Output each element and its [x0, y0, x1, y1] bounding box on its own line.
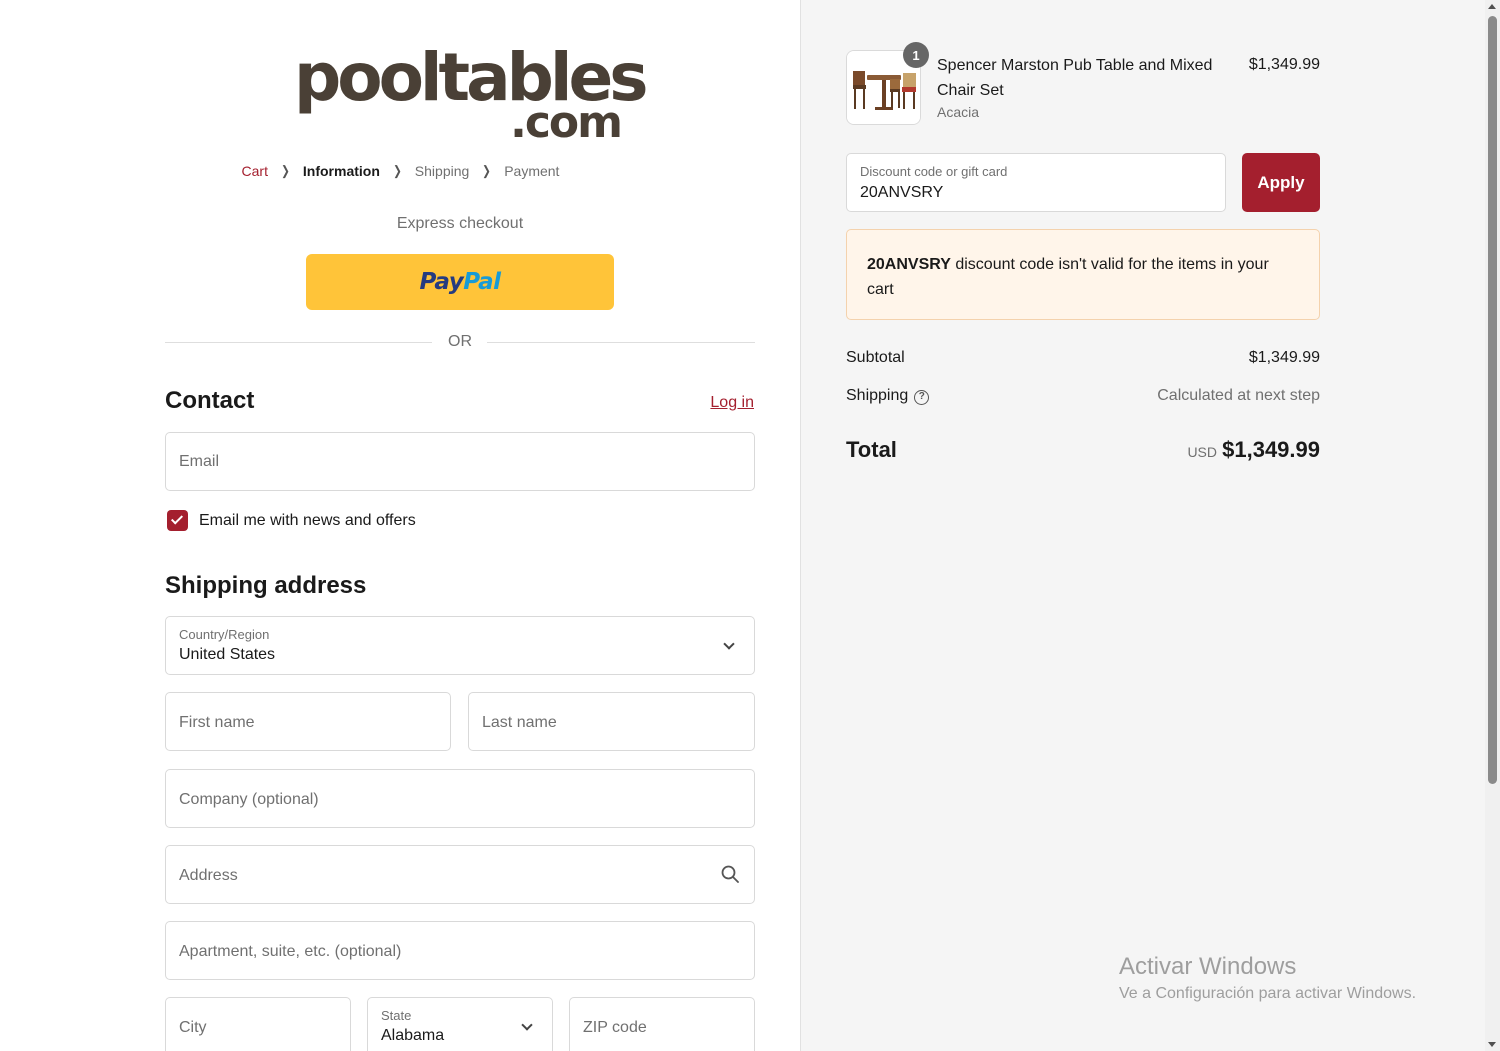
- help-icon[interactable]: ?: [914, 390, 930, 405]
- express-checkout-label: Express checkout: [396, 215, 524, 232]
- country-label: Country/Region: [179, 627, 270, 642]
- watermark-title: Activar Windows: [1119, 953, 1297, 980]
- company-field[interactable]: Company (optional): [165, 769, 755, 828]
- breadcrumb-payment: Payment: [504, 163, 560, 179]
- shipping-label: Shipping: [846, 387, 909, 404]
- address-placeholder: Address: [179, 867, 238, 884]
- apply-discount-button[interactable]: Apply: [1242, 153, 1320, 212]
- subtotal-value: $1,349.99: [1248, 349, 1320, 366]
- discount-value: 20ANVSRY: [860, 184, 944, 201]
- chevron-right-icon: ❯: [281, 163, 290, 178]
- breadcrumb-information: Information: [302, 163, 380, 179]
- subtotal-row: Subtotal $1,349.99: [846, 349, 1320, 367]
- address-field[interactable]: Address: [165, 845, 755, 904]
- breadcrumb-shipping: Shipping: [414, 163, 470, 179]
- apartment-placeholder: Apartment, suite, etc. (optional): [179, 943, 402, 960]
- chevron-down-icon: [521, 1019, 533, 1031]
- shipping-address-heading: Shipping address: [165, 572, 367, 599]
- total-value: $1,349.99: [1222, 437, 1320, 462]
- scrollbar-thumb[interactable]: [1488, 16, 1497, 784]
- paypal-logo: PayPal: [419, 269, 502, 295]
- newsletter-label[interactable]: Email me with news and offers: [199, 512, 416, 530]
- total-currency: USD: [1187, 444, 1217, 460]
- country-value: United States: [179, 646, 276, 663]
- state-select[interactable]: State Alabama: [367, 997, 553, 1051]
- product-title: Spencer Marston Pub Table and Mixed Chai…: [937, 57, 1213, 99]
- newsletter-checkbox[interactable]: [167, 510, 188, 531]
- breadcrumb: Cart ❯ Information ❯ Shipping ❯ Payment: [0, 163, 801, 179]
- product-price: $1,349.99: [1248, 56, 1320, 73]
- state-label: State: [381, 1008, 412, 1023]
- apartment-field[interactable]: Apartment, suite, etc. (optional): [165, 921, 755, 980]
- logo-domain: .com: [510, 97, 623, 148]
- discount-code-field[interactable]: Discount code or gift card 20ANVSRY: [846, 153, 1226, 212]
- zip-field[interactable]: ZIP code: [569, 997, 755, 1051]
- state-value: Alabama: [381, 1027, 445, 1044]
- zip-placeholder: ZIP code: [583, 1019, 647, 1036]
- shipping-value: Calculated at next step: [1157, 387, 1320, 404]
- chevron-right-icon: ❯: [482, 163, 492, 178]
- discount-error-message: 20ANVSRY discount code isn't valid for t…: [846, 229, 1320, 320]
- subtotal-label: Subtotal: [846, 349, 905, 366]
- scroll-down-icon[interactable]: [1488, 1042, 1496, 1047]
- chevron-down-icon: [723, 638, 735, 650]
- quantity-badge: 1: [903, 42, 929, 68]
- city-placeholder: City: [179, 1019, 207, 1036]
- first-name-field[interactable]: First name: [165, 692, 451, 751]
- total-label: Total: [846, 437, 897, 462]
- watermark-subtitle: Ve a Configuración para activar Windows.: [1119, 985, 1417, 1002]
- checkmark-icon: [170, 512, 184, 525]
- discount-label: Discount code or gift card: [860, 164, 1008, 179]
- company-placeholder: Company (optional): [179, 791, 319, 808]
- checkout-main-panel: pooltables .com Cart ❯ Information ❯ Shi…: [0, 0, 801, 1051]
- first-name-placeholder: First name: [179, 714, 255, 731]
- country-select[interactable]: Country/Region United States: [165, 616, 755, 675]
- chevron-right-icon: ❯: [392, 163, 402, 178]
- windows-activation-watermark: Activar Windows Ve a Configuración para …: [1119, 953, 1416, 1003]
- store-logo[interactable]: pooltables .com: [294, 38, 649, 148]
- search-icon[interactable]: [721, 865, 739, 883]
- login-link[interactable]: Log in: [710, 394, 754, 412]
- or-divider: OR: [165, 333, 755, 353]
- error-code: 20ANVSRY: [867, 256, 951, 273]
- contact-heading: Contact: [165, 387, 255, 414]
- last-name-field[interactable]: Last name: [468, 692, 755, 751]
- page-scrollbar[interactable]: [1485, 0, 1500, 1051]
- last-name-placeholder: Last name: [482, 714, 557, 731]
- email-field[interactable]: Email: [165, 432, 755, 491]
- email-placeholder: Email: [179, 453, 220, 470]
- shipping-row: Shipping? Calculated at next step: [846, 387, 1320, 405]
- product-variant: Acacia: [937, 104, 980, 120]
- breadcrumb-cart[interactable]: Cart: [242, 163, 268, 179]
- scroll-up-icon[interactable]: [1488, 4, 1496, 9]
- paypal-button[interactable]: PayPal: [306, 254, 614, 310]
- city-field[interactable]: City: [165, 997, 351, 1051]
